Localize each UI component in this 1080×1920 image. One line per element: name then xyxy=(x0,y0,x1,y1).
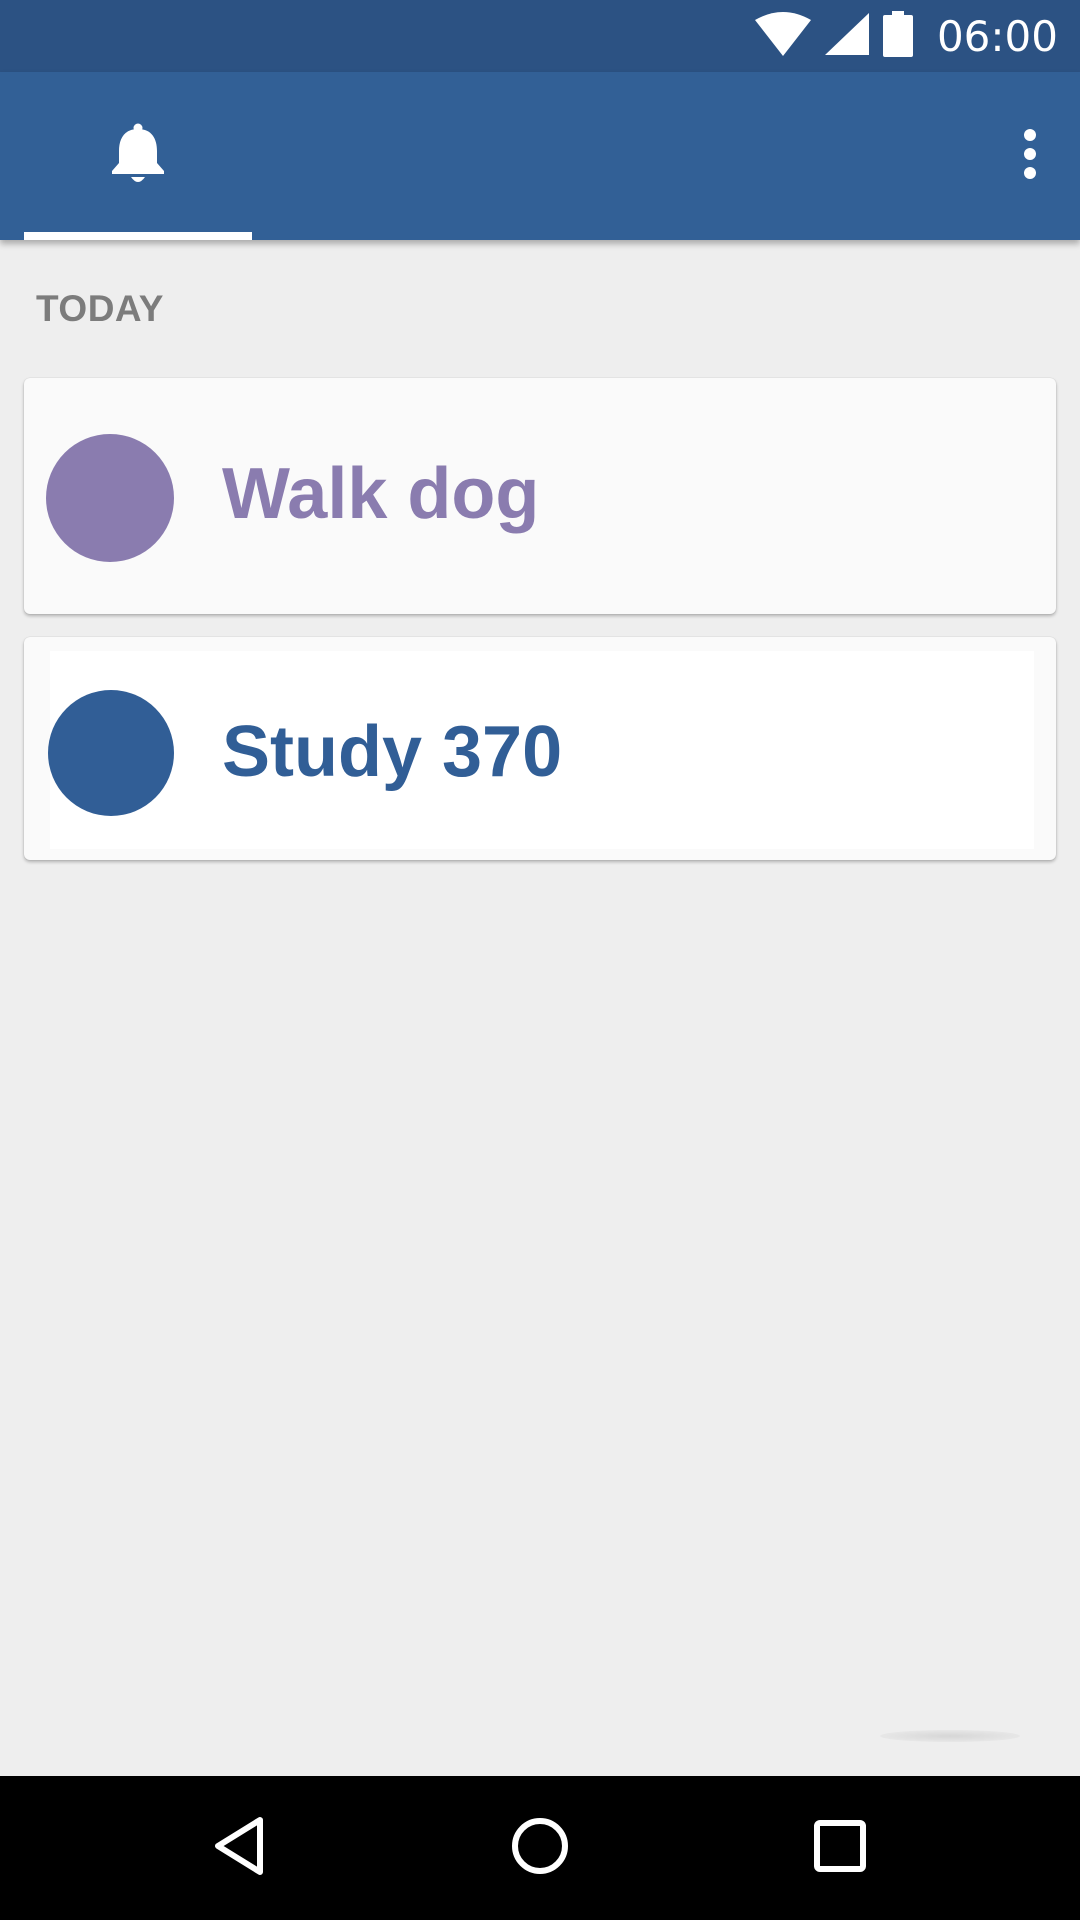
tab-indicator xyxy=(24,232,252,240)
section-header-today: TODAY xyxy=(36,288,164,329)
status-time: 06:00 xyxy=(936,11,1058,61)
task-color-dot xyxy=(46,434,174,562)
navigation-bar xyxy=(0,1776,1080,1920)
back-icon xyxy=(212,1816,268,1881)
task-label: Walk dog xyxy=(222,454,540,534)
nav-recents-button[interactable] xyxy=(780,1776,900,1920)
recents-icon xyxy=(812,1818,868,1879)
battery-icon xyxy=(882,10,913,62)
task-card[interactable]: Study 370 xyxy=(24,637,1056,860)
more-vert-icon xyxy=(1022,128,1038,184)
nav-home-button[interactable] xyxy=(480,1776,600,1920)
cell-signal-icon xyxy=(824,12,869,60)
app-bar xyxy=(0,72,1080,240)
task-label: Study 370 xyxy=(222,712,563,792)
overflow-menu-button[interactable] xyxy=(998,116,1062,196)
fab-shadow xyxy=(880,1730,1020,1742)
bell-icon xyxy=(110,123,166,190)
wifi-icon xyxy=(754,11,811,61)
home-icon xyxy=(510,1816,570,1881)
nav-back-button[interactable] xyxy=(180,1776,300,1920)
task-card[interactable]: Walk dog xyxy=(24,378,1056,614)
task-color-dot xyxy=(48,690,174,816)
tab-notifications[interactable] xyxy=(24,72,252,240)
status-bar: 06:00 xyxy=(0,0,1080,72)
